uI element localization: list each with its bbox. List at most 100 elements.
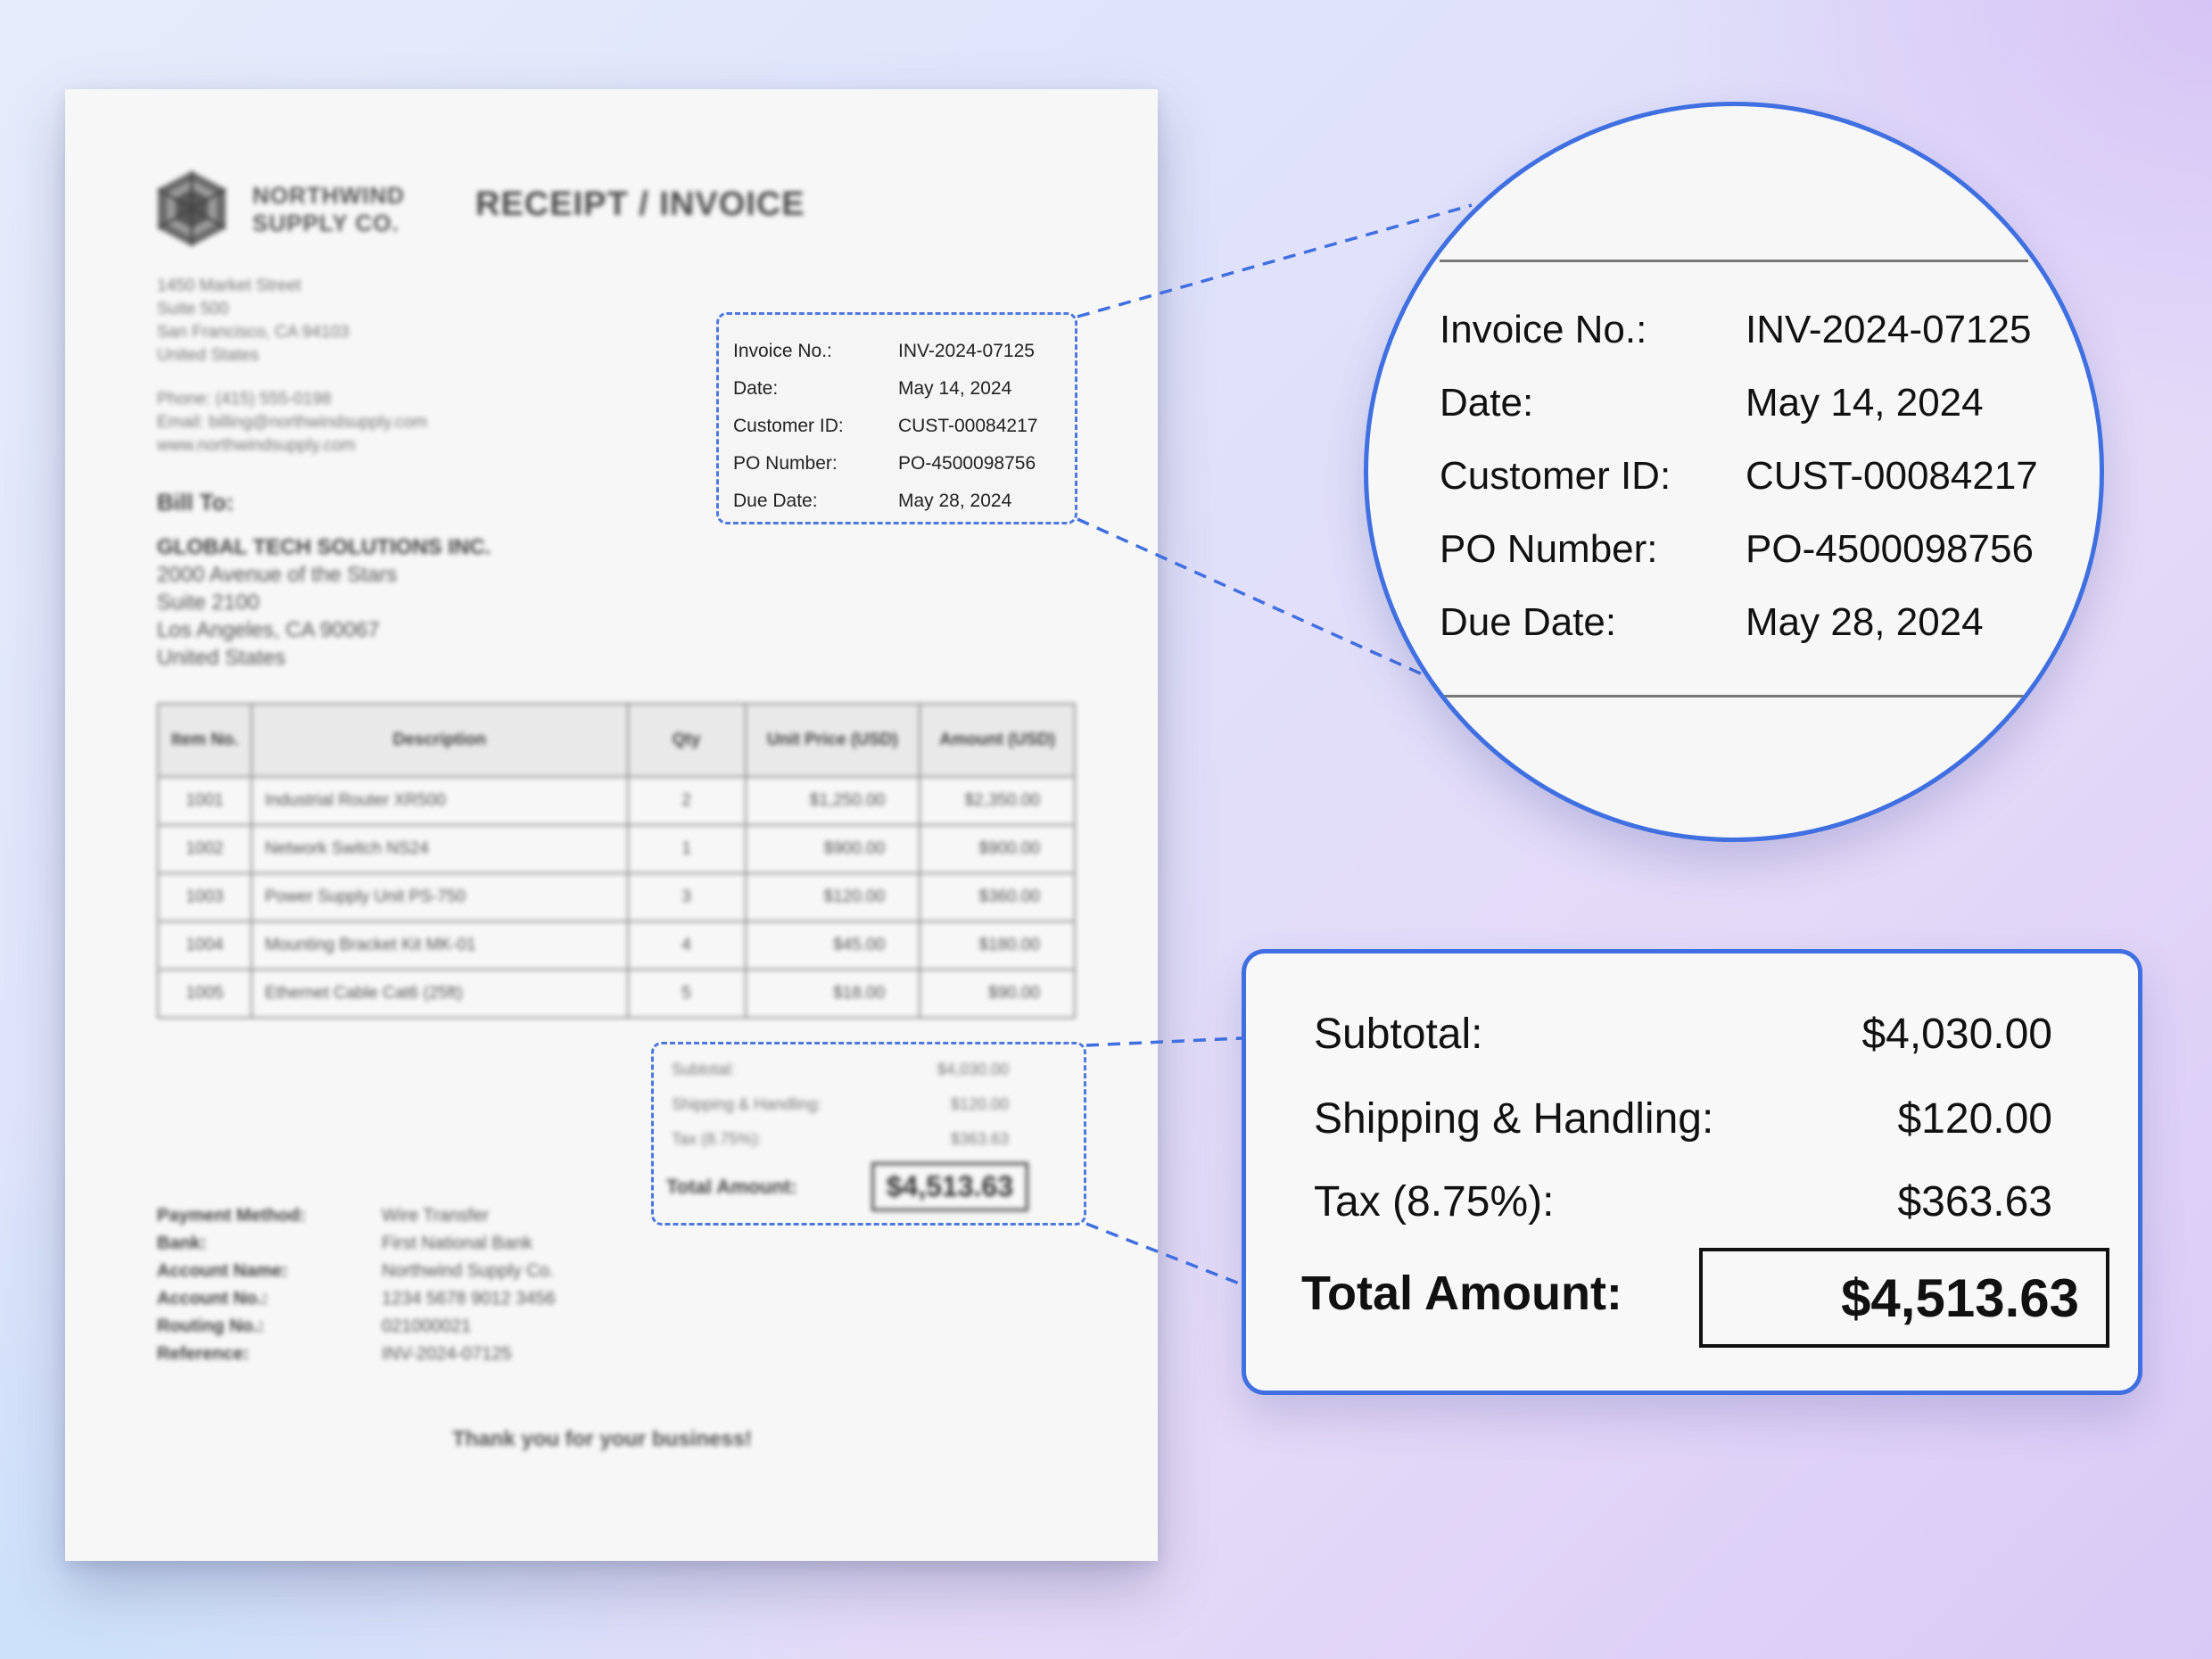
item-no: 1001: [157, 776, 252, 826]
bill-to-label: Bill To:: [157, 489, 235, 516]
magnified-meta-label: Date:: [1440, 381, 1534, 425]
summary-total-value: $4,513.63: [1699, 1248, 2109, 1348]
item-description: Network Switch NS24: [250, 824, 629, 874]
item-no: 1002: [157, 824, 252, 874]
item-amount: $2,350.00: [919, 776, 1076, 826]
invoice-document: NORTHWIND SUPPLY CO. RECEIPT / INVOICE 1…: [65, 89, 1158, 1561]
payment-value: First National Bank: [382, 1234, 532, 1253]
company-address: 1450 Market Street Suite 500 San Francis…: [157, 275, 349, 367]
company-email: Email: billing@northwindsupply.com: [157, 413, 428, 432]
payment-value: Wire Transfer: [382, 1206, 490, 1226]
magnified-meta-label: PO Number:: [1440, 527, 1658, 571]
thank-you-note: Thank you for your business!: [452, 1427, 753, 1451]
payment-value: 1234 5678 9012 3456: [382, 1289, 556, 1308]
meta-row: Due Date: May 28, 2024: [733, 483, 1062, 520]
magnified-meta-value: INV-2024-07125: [1746, 308, 2032, 351]
summary-tax-row: Tax (8.75%): $363.63: [1314, 1166, 2052, 1237]
magnified-meta-value: May 28, 2024: [1746, 600, 1984, 644]
summary-shipping-row: Shipping & Handling: $120.00: [1314, 1083, 2052, 1154]
magnifier-rule-bottom: [1440, 695, 2028, 697]
meta-value: CUST-00084217: [898, 416, 1038, 436]
summary-subtotal-value: $4,030.00: [1861, 1010, 2052, 1058]
meta-label: Due Date:: [733, 491, 818, 511]
magnified-meta-row: Date: May 14, 2024: [1440, 367, 2038, 440]
magnified-meta-value: PO-4500098756: [1746, 527, 2034, 571]
column-header: Qty: [626, 703, 747, 778]
item-unit-price: $1,250.00: [744, 776, 921, 826]
summary-shipping-label: Shipping & Handling:: [1314, 1094, 1714, 1143]
item-qty: 3: [626, 872, 747, 922]
table-row: 1002 Network Switch NS24 1 $900.00 $900.…: [157, 824, 1076, 874]
meta-label: Date:: [733, 378, 779, 399]
magnified-meta-label: Invoice No.:: [1440, 308, 1647, 351]
summary-tax-value: $363.63: [1897, 1177, 2052, 1226]
item-unit-price: $120.00: [744, 872, 921, 922]
summary-shipping-value: $120.00: [1897, 1094, 2052, 1143]
company-name: NORTHWIND SUPPLY CO.: [252, 182, 405, 237]
totals-highlight: [651, 1042, 1086, 1226]
payment-label: Account No.:: [157, 1289, 268, 1308]
magnifier-rule-top: [1440, 260, 2028, 262]
company-name-line2: SUPPLY CO.: [252, 210, 400, 236]
meta-value: May 28, 2024: [898, 491, 1012, 511]
invoice-meta-highlight: Invoice No.: INV-2024-07125 Date: May 14…: [716, 312, 1077, 524]
payment-label: Reference:: [157, 1344, 250, 1364]
meta-value: May 14, 2024: [898, 378, 1012, 399]
item-qty: 4: [626, 920, 747, 970]
payment-label: Account Name:: [157, 1261, 288, 1281]
company-phone: Phone: (415) 555-0198: [157, 390, 332, 409]
table-row: 1003 Power Supply Unit PS-750 3 $120.00 …: [157, 872, 1076, 922]
column-header: Description: [250, 703, 629, 778]
magnified-meta-label: Due Date:: [1440, 600, 1617, 644]
table-row: 1005 Ethernet Cable Cat6 (25ft) 5 $18.00…: [157, 969, 1076, 1019]
payment-label: Routing No.:: [157, 1316, 264, 1336]
totals-summary-card: Subtotal: $4,030.00 Shipping & Handling:…: [1242, 949, 2142, 1395]
bill-to-company: GLOBAL TECH SOLUTIONS INC.: [157, 535, 491, 559]
item-no: 1005: [157, 969, 252, 1019]
address-line: 1450 Market Street: [157, 276, 301, 295]
meta-value: INV-2024-07125: [898, 341, 1035, 361]
table-row: 1001 Industrial Router XR500 2 $1,250.00…: [157, 776, 1076, 826]
company-logo-icon: [157, 171, 227, 246]
item-amount: $360.00: [919, 872, 1076, 922]
payment-label: Payment Method:: [157, 1206, 306, 1226]
item-description: Mounting Bracket Kit MK-01: [250, 920, 629, 970]
summary-tax-label: Tax (8.75%):: [1314, 1177, 1555, 1226]
payment-value: INV-2024-07125: [382, 1344, 512, 1364]
bill-to-line: 2000 Avenue of the Stars: [157, 563, 398, 587]
payment-value: 021000021: [382, 1316, 472, 1336]
meta-label: PO Number:: [733, 453, 838, 474]
magnified-meta-label: Customer ID:: [1440, 454, 1671, 498]
item-qty: 1: [626, 824, 747, 874]
magnified-meta: Invoice No.: INV-2024-07125 Date: May 14…: [1440, 293, 2038, 659]
magnified-meta-row: Due Date: May 28, 2024: [1440, 586, 2038, 659]
magnified-meta-value: CUST-00084217: [1746, 454, 2038, 498]
item-qty: 2: [626, 776, 747, 826]
address-line: San Francisco, CA 94103: [157, 323, 350, 342]
table-header-row: Item No. Description Qty Unit Price (USD…: [157, 703, 1076, 778]
magnified-meta-row: PO Number: PO-4500098756: [1440, 513, 2038, 586]
item-amount: $90.00: [919, 969, 1076, 1019]
address-line: Suite 500: [157, 300, 229, 318]
column-header: Item No.: [157, 703, 252, 778]
item-no: 1004: [157, 920, 252, 970]
item-unit-price: $18.00: [744, 969, 921, 1019]
summary-subtotal-label: Subtotal:: [1314, 1010, 1483, 1058]
bill-to-address: GLOBAL TECH SOLUTIONS INC. 2000 Avenue o…: [157, 533, 491, 672]
magnified-meta-row: Invoice No.: INV-2024-07125: [1440, 293, 2038, 367]
meta-label: Customer ID:: [733, 416, 844, 436]
meta-label: Invoice No.:: [733, 341, 832, 361]
bill-to-line: Los Angeles, CA 90067: [157, 618, 380, 642]
meta-value: PO-4500098756: [898, 453, 1036, 474]
line-items-table: Item No. Description Qty Unit Price (USD…: [157, 703, 1076, 1019]
payment-details: Payment Method: Wire Transfer Bank: Firs…: [157, 1202, 556, 1368]
meta-row: PO Number: PO-4500098756: [733, 445, 1062, 483]
payment-value: Northwind Supply Co.: [382, 1261, 555, 1281]
address-line: United States: [157, 346, 260, 365]
table-row: 1004 Mounting Bracket Kit MK-01 4 $45.00…: [157, 920, 1076, 970]
invoice-meta-magnifier: Invoice No.: INV-2024-07125 Date: May 14…: [1364, 102, 2104, 842]
blurred-document-content: NORTHWIND SUPPLY CO. RECEIPT / INVOICE 1…: [65, 89, 1158, 1561]
item-description: Power Supply Unit PS-750: [250, 872, 629, 922]
item-unit-price: $45.00: [744, 920, 921, 970]
magnified-meta-value: May 14, 2024: [1746, 381, 1984, 425]
